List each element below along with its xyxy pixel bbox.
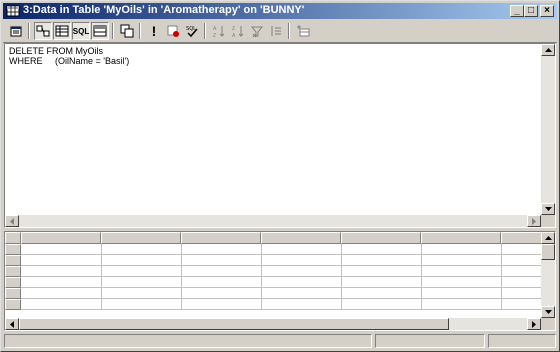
grid-line <box>21 254 543 255</box>
run-button[interactable]: ! <box>145 22 163 40</box>
verify-sql-icon: SQL <box>186 26 198 38</box>
sql-line-2: WHERE (OilName = 'Basil') <box>9 56 130 66</box>
status-panel <box>375 334 485 348</box>
results-pane-button[interactable] <box>91 22 109 40</box>
grid-vertical-scrollbar[interactable] <box>541 232 555 318</box>
use-group-by-icon <box>271 26 281 36</box>
properties-icon <box>10 26 22 37</box>
toolbar-separator <box>139 23 141 39</box>
sql-line-1: DELETE FROM MyOils <box>9 46 104 56</box>
status-panel-main <box>4 334 372 348</box>
results-pane-icon <box>93 25 107 37</box>
arrow-left-icon <box>10 320 14 328</box>
scroll-up-button[interactable] <box>541 44 555 56</box>
scroll-left-button[interactable] <box>5 318 19 330</box>
change-type-icon <box>120 24 134 38</box>
scroll-thumb[interactable] <box>541 244 555 260</box>
column-header[interactable] <box>261 232 341 244</box>
use-group-by-button[interactable] <box>267 22 285 40</box>
sort-descending-button[interactable]: ZA <box>229 22 247 40</box>
scroll-left-button[interactable] <box>5 215 19 227</box>
column-header[interactable] <box>101 232 181 244</box>
toolbar-separator <box>28 23 30 39</box>
grid-line <box>21 298 543 299</box>
scroll-corner <box>541 215 555 227</box>
column-header[interactable] <box>501 232 543 244</box>
grid-corner-header <box>5 232 21 244</box>
scroll-corner <box>541 318 555 330</box>
sql-pane-icon: SQL <box>72 26 90 36</box>
add-table-button[interactable] <box>294 22 312 40</box>
sort-descending-icon: ZA <box>232 26 244 38</box>
status-panel <box>488 334 556 348</box>
diagram-pane-icon <box>36 25 50 37</box>
column-header[interactable] <box>21 232 101 244</box>
sort-ascending-icon: AZ <box>213 26 225 38</box>
grid-pane-icon <box>55 25 69 37</box>
stop-button[interactable] <box>164 22 182 40</box>
sort-ascending-button[interactable]: AZ <box>210 22 228 40</box>
grid-line <box>21 287 543 288</box>
arrow-down-icon <box>544 207 552 211</box>
scroll-up-button[interactable] <box>541 232 555 244</box>
arrow-left-icon <box>10 217 14 225</box>
title-bar[interactable]: 3:Data in Table 'MyOils' in 'Aromatherap… <box>3 3 557 19</box>
query-designer-window: 3:Data in Table 'MyOils' in 'Aromatherap… <box>0 0 560 352</box>
scroll-down-button[interactable] <box>541 306 555 318</box>
window-title: 3:Data in Table 'MyOils' in 'Aromatherap… <box>23 4 305 16</box>
diagram-pane-button[interactable] <box>34 22 52 40</box>
toolbar-separator <box>204 23 206 39</box>
scroll-down-button[interactable] <box>541 203 555 215</box>
sql-vertical-scrollbar[interactable] <box>541 44 555 215</box>
row-header[interactable] <box>5 288 21 299</box>
scroll-right-button[interactable] <box>527 318 541 330</box>
row-header[interactable] <box>5 244 21 255</box>
arrow-right-icon <box>532 217 536 225</box>
verify-sql-button[interactable]: SQL <box>183 22 201 40</box>
svg-text:Z: Z <box>213 33 216 38</box>
grid-pane-button[interactable] <box>53 22 71 40</box>
sql-horizontal-scrollbar[interactable] <box>5 215 541 227</box>
scroll-right-button[interactable] <box>527 215 541 227</box>
status-bar <box>3 333 557 349</box>
svg-text:A: A <box>232 33 236 38</box>
toolbar-separator <box>112 23 114 39</box>
change-type-button[interactable] <box>118 22 136 40</box>
column-header[interactable] <box>181 232 261 244</box>
add-table-icon <box>297 25 310 37</box>
row-header[interactable] <box>5 266 21 277</box>
grid-horizontal-scrollbar[interactable] <box>5 318 541 330</box>
column-header[interactable] <box>341 232 421 244</box>
row-header[interactable] <box>5 277 21 288</box>
properties-button[interactable] <box>7 22 25 40</box>
table-icon <box>6 5 20 17</box>
arrow-down-icon <box>544 310 552 314</box>
results-grid[interactable] <box>4 231 556 331</box>
grid-line <box>21 276 543 277</box>
grid-line <box>21 309 543 310</box>
maximize-button[interactable]: □ <box>524 5 538 17</box>
row-header[interactable] <box>5 255 21 266</box>
scroll-thumb[interactable] <box>19 318 449 330</box>
svg-text:A: A <box>213 26 217 32</box>
column-header[interactable] <box>421 232 501 244</box>
close-button[interactable]: × <box>540 5 554 17</box>
remove-filter-button[interactable] <box>248 22 266 40</box>
minimize-button[interactable]: _ <box>510 5 524 17</box>
arrow-up-icon <box>544 236 552 240</box>
toolbar-separator <box>288 23 290 39</box>
sql-pane-button[interactable]: SQL <box>72 22 90 40</box>
stop-icon <box>167 25 179 37</box>
run-icon: ! <box>151 23 157 39</box>
query-toolbar: SQL ! SQL AZ ZA <box>3 20 557 43</box>
svg-text:Z: Z <box>232 26 235 32</box>
arrow-up-icon <box>544 48 552 52</box>
arrow-right-icon <box>532 320 536 328</box>
grid-line <box>21 265 543 266</box>
sql-pane[interactable]: DELETE FROM MyOils WHERE (OilName = 'Bas… <box>4 43 556 228</box>
row-header[interactable] <box>5 299 21 310</box>
remove-filter-icon <box>250 26 264 38</box>
